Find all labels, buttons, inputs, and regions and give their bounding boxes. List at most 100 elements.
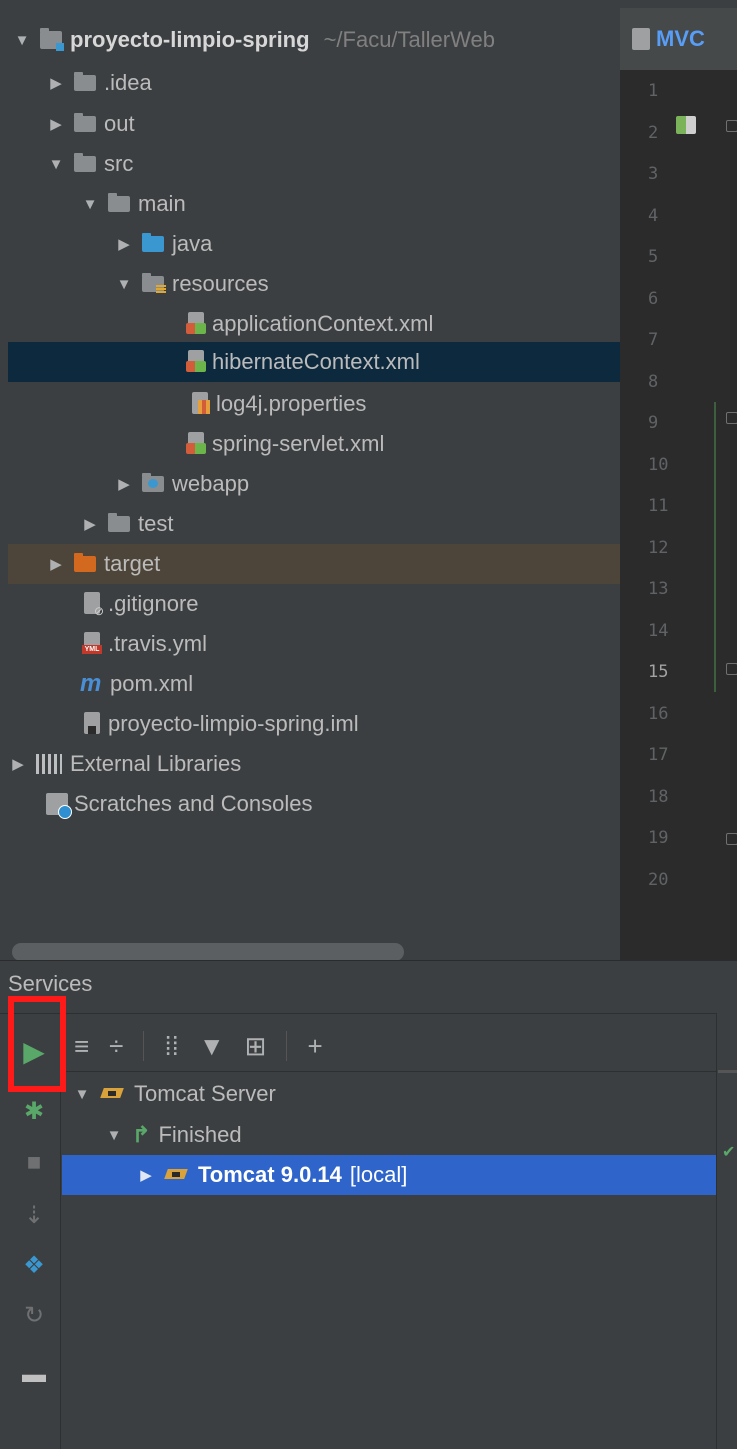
finished-status-icon: ↱ bbox=[132, 1122, 151, 1147]
tree-item-label: java bbox=[172, 231, 213, 256]
services-toolbar: ≡ ÷ ⁞⁞ ▼ ⊞ + bbox=[60, 1021, 716, 1071]
add-service-icon[interactable]: + bbox=[307, 1031, 322, 1062]
tree-item-label: main bbox=[138, 191, 186, 216]
refresh-icon[interactable]: ↻ bbox=[16, 1297, 52, 1333]
tree-item-label: target bbox=[104, 551, 161, 576]
new-tab-icon[interactable]: ⊞ bbox=[245, 1031, 267, 1062]
tree-root-project[interactable]: ▼ proyecto-limpio-spring ~/Facu/TallerWe… bbox=[8, 20, 620, 60]
group-by-icon[interactable]: ⁞⁞ bbox=[164, 1031, 178, 1062]
maven-icon: m bbox=[80, 670, 102, 697]
chevron-right-icon[interactable]: ▶ bbox=[46, 74, 66, 92]
tree-item-log4j[interactable]: log4j.properties bbox=[8, 384, 620, 424]
deploy-icon[interactable]: ⇣ bbox=[16, 1197, 52, 1233]
line-number: 19 bbox=[648, 828, 669, 848]
line-number: 17 bbox=[648, 745, 669, 765]
spring-xml-icon bbox=[186, 350, 206, 374]
services-side-toolbar: ▶ ✱ ■ ⇣ ❖ ↻ ▬ bbox=[8, 1021, 61, 1449]
spring-xml-icon bbox=[186, 432, 206, 456]
tree-item-label: .idea bbox=[104, 70, 152, 95]
chevron-right-icon[interactable]: ▶ bbox=[136, 1166, 156, 1184]
run-icon[interactable]: ▶ bbox=[16, 1033, 52, 1069]
chevron-down-icon[interactable]: ▼ bbox=[80, 196, 100, 213]
tree-item-label: resources bbox=[172, 271, 269, 296]
filter-icon[interactable]: ▼ bbox=[199, 1031, 225, 1062]
tree-item-main[interactable]: ▼ main bbox=[8, 184, 620, 224]
chevron-right-icon[interactable]: ▶ bbox=[46, 555, 66, 573]
divider bbox=[60, 1071, 716, 1072]
project-folder-icon bbox=[40, 28, 64, 51]
server-label: Tomcat Server bbox=[134, 1081, 276, 1106]
chevron-down-icon[interactable]: ▼ bbox=[104, 1127, 124, 1144]
scratches-icon bbox=[46, 793, 72, 819]
fold-range-bar bbox=[714, 402, 716, 692]
chevron-right-icon[interactable]: ▶ bbox=[46, 115, 66, 133]
tree-item-pom[interactable]: m pom.xml bbox=[8, 664, 620, 704]
editor-tab[interactable]: MVC bbox=[620, 8, 737, 70]
line-number: 8 bbox=[648, 371, 659, 392]
chevron-down-icon[interactable]: ▼ bbox=[12, 32, 32, 49]
spring-bean-icon[interactable] bbox=[676, 116, 696, 134]
chevron-right-icon[interactable]: ▶ bbox=[80, 515, 100, 533]
tree-item-label: .gitignore bbox=[108, 591, 199, 616]
layout-icon[interactable]: ▬ bbox=[16, 1357, 52, 1393]
fold-toggle-icon[interactable] bbox=[726, 412, 737, 424]
tree-item-target[interactable]: ▶ target bbox=[8, 544, 620, 584]
line-number: 15 bbox=[648, 662, 669, 682]
tree-item-label: proyecto-limpio-spring.iml bbox=[108, 711, 359, 736]
gitignore-file-icon bbox=[82, 592, 104, 618]
services-title: Services bbox=[8, 971, 93, 996]
toolbar-separator bbox=[286, 1031, 288, 1061]
tree-item-iml[interactable]: proyecto-limpio-spring.iml bbox=[8, 704, 620, 744]
expand-all-icon[interactable]: ≡ bbox=[74, 1031, 89, 1062]
editor-panel: MVC 1 2 3 4 5 6 7 8 9 10 11 12 13 14 15 16 17 18 19 20 bbox=[620, 8, 737, 960]
services-tree-tomcat-instance[interactable]: ▶ Tomcat 9.0.14 [local] bbox=[62, 1155, 716, 1195]
tree-item-springservlet[interactable]: spring-servlet.xml bbox=[8, 424, 620, 464]
fold-toggle-icon[interactable] bbox=[726, 663, 737, 675]
services-tree-tomcat-server[interactable]: ▼ Tomcat Server bbox=[72, 1074, 276, 1114]
tree-item-label: Scratches and Consoles bbox=[74, 791, 313, 816]
tree-item-label: External Libraries bbox=[70, 751, 242, 776]
folder-icon bbox=[74, 153, 96, 172]
debug-icon[interactable]: ✱ bbox=[16, 1093, 52, 1129]
tree-item-idea[interactable]: ▶ .idea bbox=[8, 63, 620, 103]
instance-label: Tomcat 9.0.14 bbox=[198, 1162, 342, 1187]
line-number: 16 bbox=[648, 703, 669, 724]
tree-item-src[interactable]: ▼ src bbox=[8, 144, 620, 184]
tree-item-out[interactable]: ▶ out bbox=[8, 104, 620, 144]
stop-icon[interactable]: ■ bbox=[16, 1145, 52, 1181]
tree-item-test[interactable]: ▶ test bbox=[8, 504, 620, 544]
chevron-down-icon[interactable]: ▼ bbox=[72, 1086, 92, 1103]
folder-icon bbox=[108, 513, 130, 532]
tree-item-applicationcontext[interactable]: applicationContext.xml bbox=[8, 304, 620, 344]
fold-toggle-icon[interactable] bbox=[726, 833, 737, 845]
tree-item-java[interactable]: ▶ java bbox=[8, 224, 620, 264]
tree-item-label: pom.xml bbox=[110, 671, 194, 696]
chevron-down-icon[interactable]: ▼ bbox=[114, 276, 134, 293]
tree-item-label: log4j.properties bbox=[216, 391, 367, 416]
project-root-path: ~/Facu/TallerWeb bbox=[323, 27, 495, 52]
check-icon: ✔ bbox=[722, 1144, 736, 1161]
tree-item-travis[interactable]: .travis.yml bbox=[8, 624, 620, 664]
chevron-down-icon[interactable]: ▼ bbox=[46, 156, 66, 173]
chevron-right-icon[interactable]: ▶ bbox=[114, 235, 134, 253]
services-panel: Services ▶ ✱ ■ ⇣ ❖ ↻ ▬ ≡ ÷ ⁞⁞ ▼ ⊞ + ▼ To… bbox=[0, 960, 737, 1449]
services-tree-finished[interactable]: ▼ ↱ Finished bbox=[104, 1115, 242, 1155]
status-label: Finished bbox=[158, 1122, 242, 1147]
tree-item-hibernatecontext[interactable]: hibernateContext.xml bbox=[8, 342, 620, 382]
tree-item-gitignore[interactable]: .gitignore bbox=[8, 584, 620, 624]
artifact-icon[interactable]: ❖ bbox=[16, 1247, 52, 1283]
tree-item-resources[interactable]: ▼ resources bbox=[8, 264, 620, 304]
collapse-all-icon[interactable]: ÷ bbox=[109, 1031, 123, 1062]
source-folder-icon bbox=[142, 233, 164, 252]
chevron-right-icon[interactable]: ▶ bbox=[8, 755, 28, 773]
tree-item-webapp[interactable]: ▶ webapp bbox=[8, 464, 620, 504]
libraries-icon bbox=[36, 754, 62, 774]
tree-item-external-libraries[interactable]: ▶ External Libraries bbox=[8, 744, 620, 784]
folder-icon bbox=[74, 113, 96, 132]
horizontal-scrollbar[interactable] bbox=[12, 943, 404, 960]
chevron-right-icon[interactable]: ▶ bbox=[114, 475, 134, 493]
fold-toggle-icon[interactable] bbox=[726, 120, 737, 132]
tree-item-label: applicationContext.xml bbox=[212, 311, 434, 336]
tree-item-scratches[interactable]: Scratches and Consoles bbox=[8, 784, 620, 824]
tree-item-label: webapp bbox=[172, 471, 250, 496]
